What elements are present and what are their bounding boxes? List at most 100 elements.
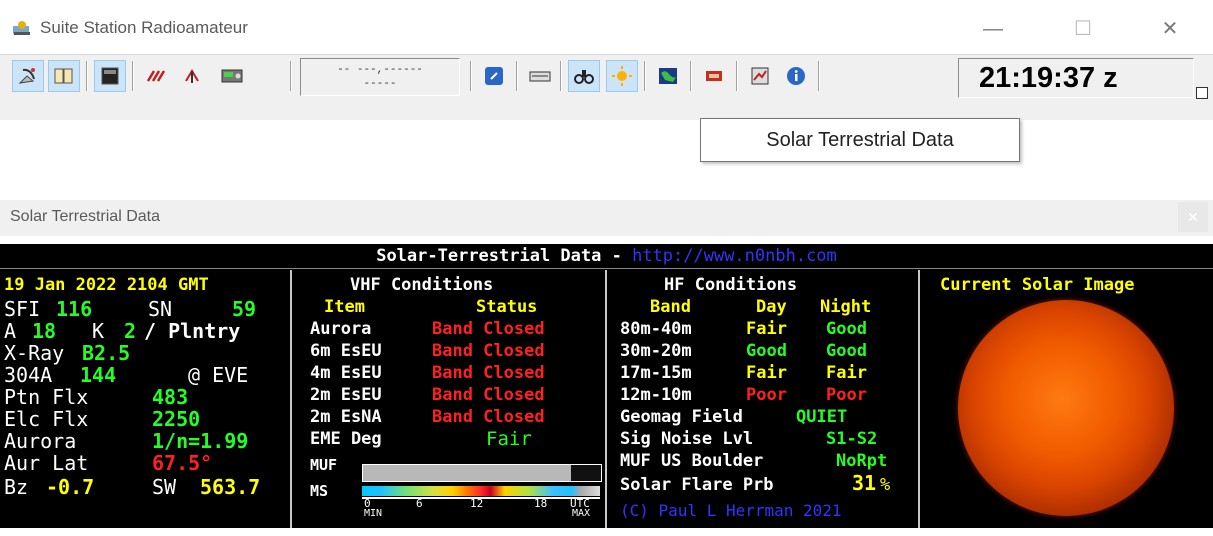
panel-title: Solar Terrestrial Data	[10, 208, 160, 225]
f304-value: 144	[80, 363, 117, 387]
elc-flx-label: Elc Flx	[4, 407, 89, 431]
toolbar-separator	[644, 61, 646, 91]
title-bar: Suite Station Radioamateur — ☐ ✕	[0, 0, 1213, 52]
wave-icon	[146, 70, 166, 82]
geomag-value: QUIET	[796, 407, 848, 427]
solar-data-button[interactable]	[606, 60, 638, 92]
toolbar-separator	[86, 61, 88, 91]
date-text: 19 Jan 2022 2104 GMT	[4, 275, 209, 295]
info-icon	[787, 67, 805, 85]
sfi-value: 116	[56, 297, 93, 321]
k-value: 2	[124, 319, 137, 343]
antenna-button[interactable]	[176, 60, 208, 92]
utc-clock: 21:19:37 z	[958, 58, 1194, 98]
solar-flare-unit: %	[880, 475, 891, 495]
close-button[interactable]: ✕	[1145, 14, 1195, 44]
logbook-button[interactable]	[48, 60, 80, 92]
radio-button[interactable]	[216, 60, 248, 92]
panel-title-bar: Solar Terrestrial Data	[0, 200, 1213, 236]
world-map-button[interactable]	[652, 60, 684, 92]
qsl-card-icon	[706, 71, 722, 81]
hf-day-header: Day	[756, 297, 787, 317]
xray-label: X-Ray	[4, 341, 65, 365]
ptn-flx-value: 483	[152, 385, 189, 409]
terminal-button[interactable]	[94, 60, 126, 92]
satellite-dish-button[interactable]	[12, 60, 44, 92]
aurora-value: 1/n=1.99	[152, 429, 249, 453]
solar-flare-label: Solar Flare Prb	[620, 475, 774, 495]
world-map-icon	[659, 68, 677, 84]
vhf-item: 4m EsEU	[310, 363, 382, 383]
muf-boulder-label: MUF US Boulder	[620, 451, 764, 471]
elc-flx-value: 2250	[152, 407, 201, 431]
ptn-flx-label: Ptn Flx	[4, 385, 89, 409]
column-divider	[605, 270, 607, 528]
hf-night-header: Night	[820, 297, 872, 317]
bz-label: Bz	[4, 475, 29, 499]
toolbar-separator	[132, 61, 134, 91]
sw-label: SW	[152, 475, 177, 499]
compact-toggle[interactable]	[1196, 87, 1208, 99]
hf-day: Good	[746, 341, 787, 361]
scale-tick-18: 18	[534, 497, 548, 510]
panel-close-button[interactable]: ✕	[1178, 202, 1208, 232]
toolbar-separator	[690, 61, 692, 91]
wave-button[interactable]	[140, 60, 172, 92]
scale-min: MIN	[364, 508, 383, 519]
muf-boulder-value: NoRpt	[836, 451, 888, 471]
sn-value: 59	[232, 297, 257, 321]
vhf-item: 2m EsEU	[310, 385, 382, 405]
grid-line1: -- ---,------	[337, 64, 423, 76]
chart-icon	[751, 67, 769, 85]
k-suffix: / Plntry	[144, 319, 241, 343]
toolbar-separator	[818, 61, 820, 91]
sfi-label: SFI	[4, 297, 41, 321]
link-button[interactable]	[478, 60, 510, 92]
solar-flare-value: 31	[852, 471, 877, 495]
copyright-text: (C) Paul L Herrman 2021	[620, 501, 842, 520]
hf-night: Poor	[826, 385, 867, 405]
chart-button[interactable]	[744, 60, 776, 92]
solar-terrestrial-widget: Solar-Terrestrial Data - http://www.n0nb…	[0, 244, 1213, 528]
widget-header: Solar-Terrestrial Data - http://www.n0nb…	[0, 244, 1213, 269]
hf-day: Fair	[746, 363, 787, 383]
vhf-status: Band Closed	[432, 385, 545, 405]
info-button[interactable]	[780, 60, 812, 92]
keyboard-button[interactable]	[524, 60, 556, 92]
solar-image-title: Current Solar Image	[940, 275, 1135, 295]
aur-lat-label: Aur Lat	[4, 451, 89, 475]
antenna-icon	[185, 69, 199, 83]
hf-night: Good	[826, 319, 867, 339]
maximize-button[interactable]: ☐	[1058, 14, 1108, 44]
widget-header-url[interactable]: http://www.n0nbh.com	[632, 246, 837, 266]
vhf-item: 6m EsEU	[310, 341, 382, 361]
qsl-button[interactable]	[698, 60, 730, 92]
muf-bar	[362, 464, 602, 482]
sn-label: SN	[148, 297, 173, 321]
aurora-label: Aurora	[4, 429, 77, 453]
binoculars-icon	[574, 70, 594, 84]
hf-day: Fair	[746, 319, 787, 339]
toolbar-separator	[516, 61, 518, 91]
widget-header-title: Solar-Terrestrial Data -	[376, 246, 633, 266]
sw-value: 563.7	[200, 475, 261, 499]
sig-noise-label: Sig Noise Lvl	[620, 429, 754, 449]
binoculars-button[interactable]	[568, 60, 600, 92]
vhf-item: Aurora	[310, 319, 372, 339]
vhf-title: VHF Conditions	[350, 275, 494, 295]
f304-label: 304A	[4, 363, 53, 387]
eme-label: EME Deg	[310, 429, 382, 449]
f304-suffix: @ EVE	[188, 363, 249, 387]
hf-band: 17m-15m	[620, 363, 692, 383]
tooltip: Solar Terrestrial Data	[700, 118, 1020, 162]
toolbar: -- ---,------ ----- 21:19:37 z	[0, 54, 1213, 121]
vhf-status: Band Closed	[432, 341, 545, 361]
sun-icon	[612, 66, 632, 86]
minimize-button[interactable]: —	[968, 14, 1018, 44]
toolbar-separator	[560, 61, 562, 91]
a-value: 18	[32, 319, 57, 343]
hf-band-header: Band	[650, 297, 691, 317]
xray-value: B2.5	[82, 341, 131, 365]
ms-row-label: MS	[310, 482, 329, 500]
a-label: A	[4, 319, 17, 343]
